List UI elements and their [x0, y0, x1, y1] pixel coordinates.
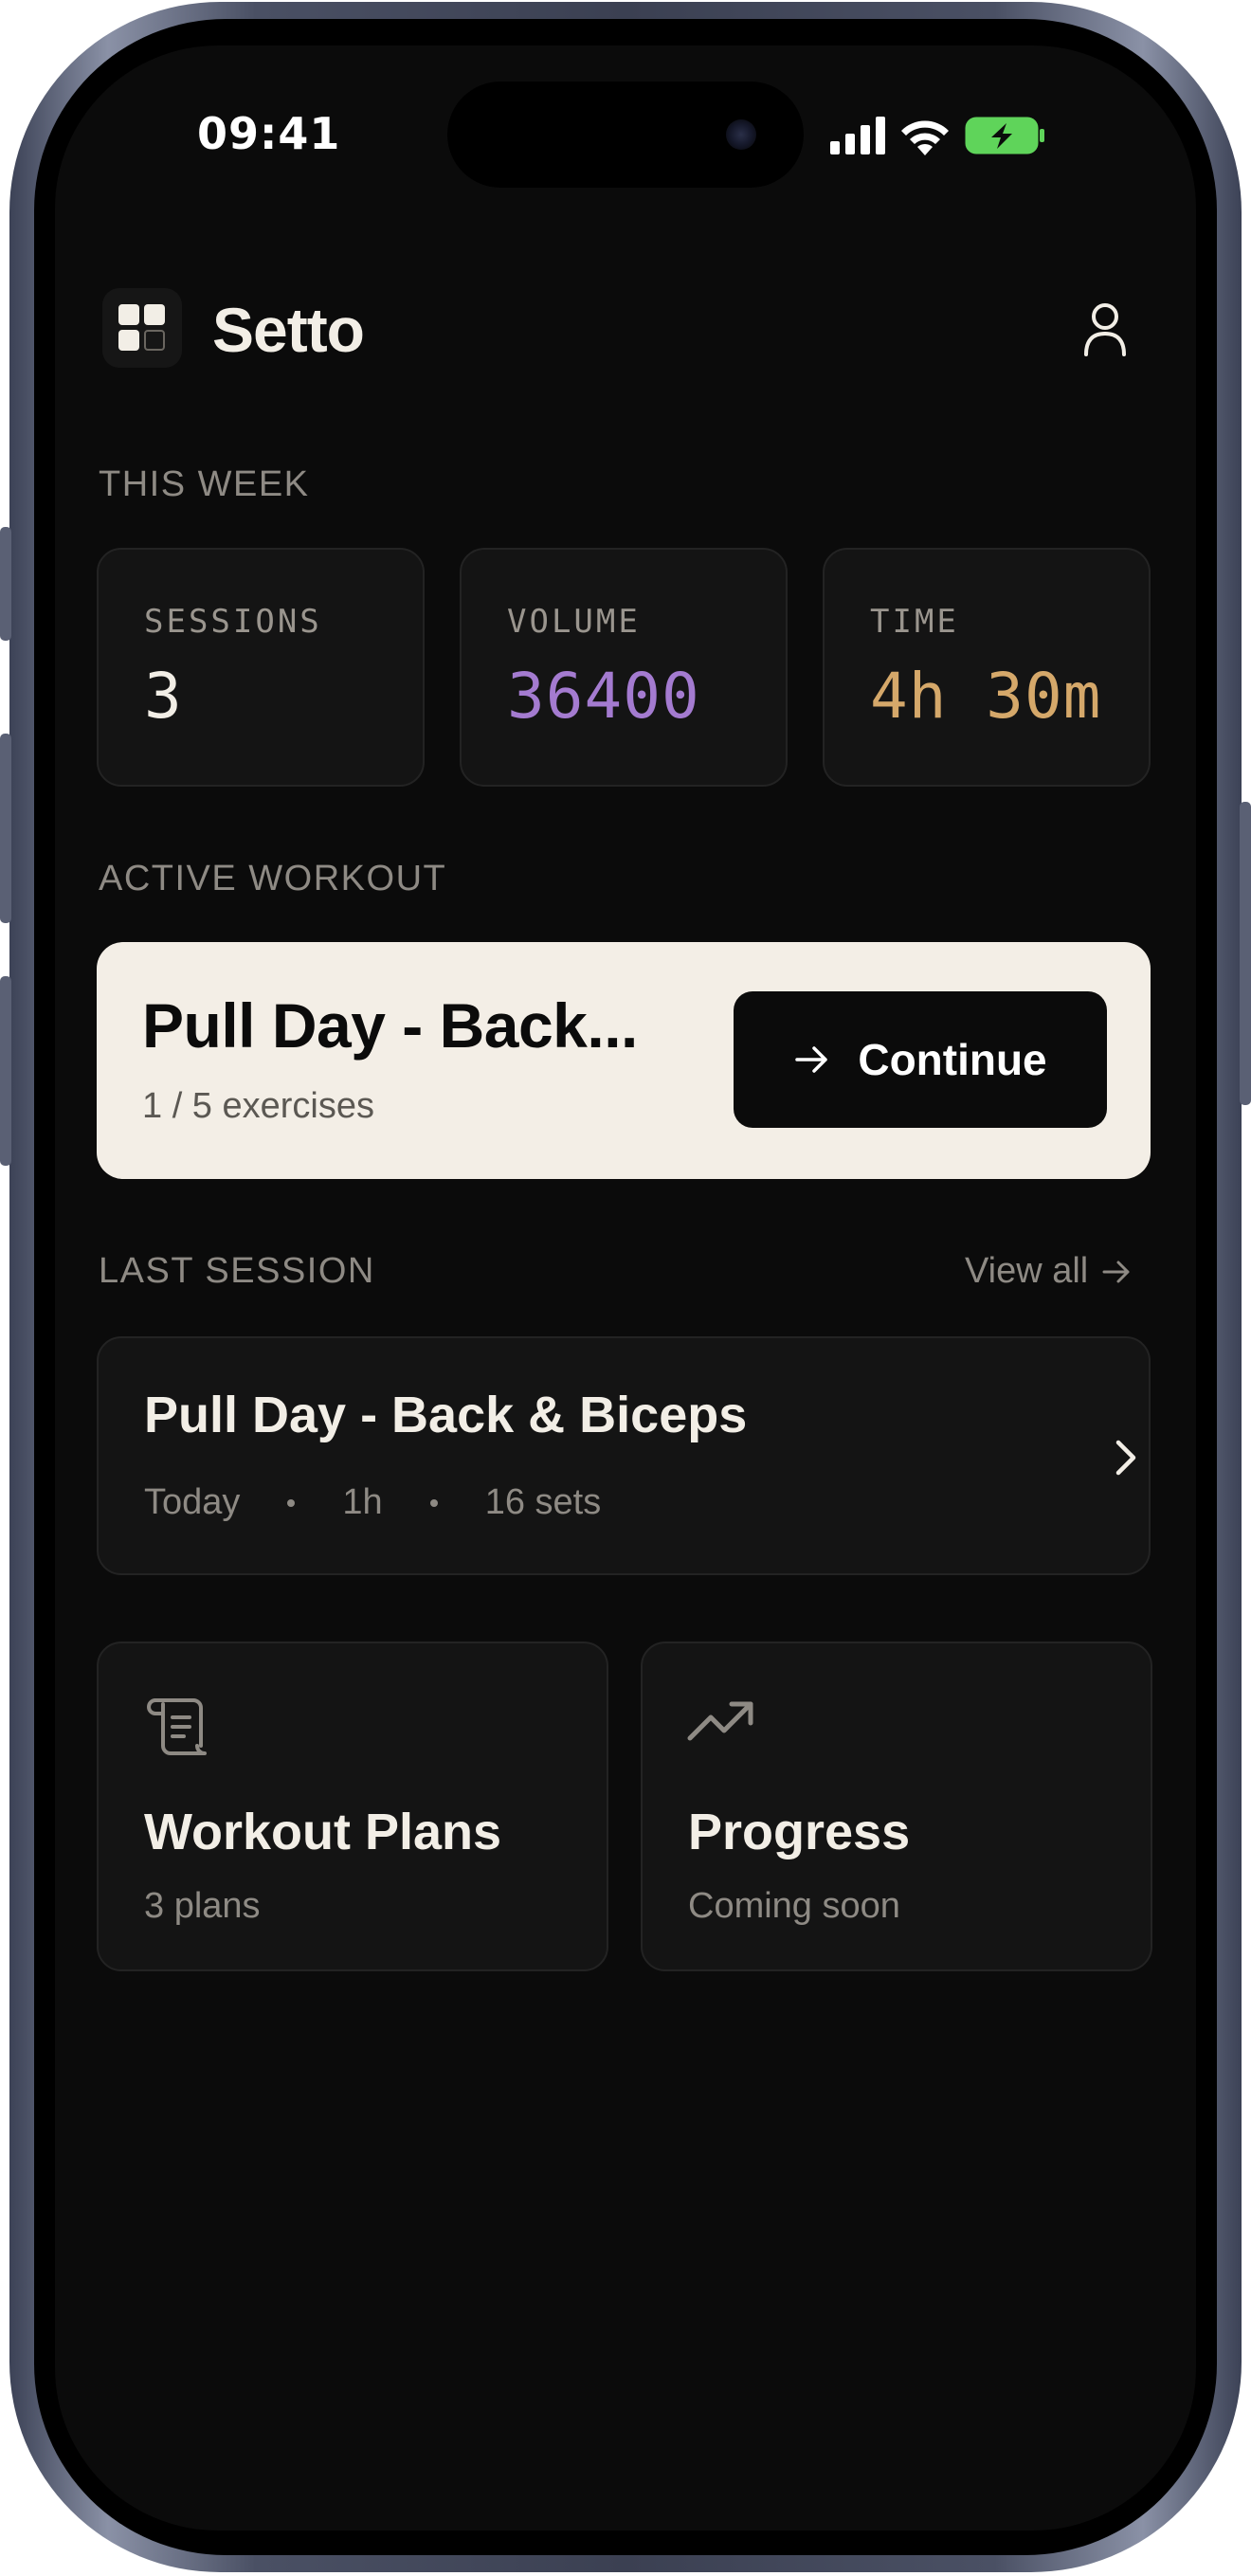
battery-charging-icon: [965, 117, 1044, 154]
stat-label: TIME: [870, 603, 959, 641]
action-button: [0, 527, 11, 641]
status-time: 09:41: [197, 108, 341, 159]
stat-card-time: TIME 4h 30m: [823, 548, 1151, 787]
arrow-right-icon: [795, 1046, 828, 1073]
stat-label: SESSIONS: [144, 603, 322, 641]
scroll-icon: [147, 1698, 207, 1755]
status-icons: [830, 116, 1046, 155]
separator-dot: [287, 1498, 296, 1507]
arrow-right-icon: [1102, 1261, 1130, 1282]
stat-label: VOLUME: [507, 603, 641, 641]
app-screen: 09:41 Setto THIS WEEK SESSIONS 3 VOLUME …: [55, 45, 1196, 2531]
view-all-link[interactable]: View all: [965, 1251, 1132, 1292]
separator-dot: [429, 1498, 438, 1507]
session-sets: 16 sets: [484, 1482, 602, 1522]
stat-value: 3: [144, 660, 183, 733]
profile-button[interactable]: [1071, 296, 1139, 364]
continue-label: Continue: [858, 1035, 1047, 1084]
wifi-icon: [901, 120, 949, 155]
front-camera: [726, 119, 756, 150]
app-title: Setto: [212, 295, 365, 365]
session-date: Today: [144, 1482, 241, 1522]
session-title: Pull Day - Back & Biceps: [144, 1387, 748, 1443]
active-workout-card[interactable]: Pull Day - Back... 1 / 5 exercises Conti…: [97, 942, 1151, 1179]
chevron-right-icon: [1115, 1440, 1136, 1476]
side-button: [1240, 802, 1251, 1105]
stat-value: 36400: [507, 660, 700, 733]
last-session-card[interactable]: Pull Day - Back & Biceps Today 1h 16 set…: [97, 1336, 1151, 1575]
volume-down-button: [0, 976, 11, 1166]
last-session-label: LAST SESSION: [99, 1251, 375, 1291]
stat-value: 4h 30m: [870, 660, 1102, 733]
tile-subtitle: Coming soon: [688, 1886, 900, 1926]
tile-title: Workout Plans: [144, 1804, 502, 1860]
session-duration: 1h: [342, 1482, 383, 1522]
cellular-signal-icon: [830, 117, 885, 154]
session-meta: Today 1h 16 sets: [144, 1482, 601, 1523]
dynamic-island: [447, 82, 804, 188]
continue-button[interactable]: Continue: [734, 991, 1107, 1128]
trending-up-icon: [687, 1701, 753, 1741]
user-icon: [1084, 303, 1126, 356]
volume-up-button: [0, 734, 11, 923]
grid-logo-icon: [102, 288, 182, 368]
stat-card-volume: VOLUME 36400: [460, 548, 788, 787]
tile-title: Progress: [688, 1804, 911, 1860]
this-week-label: THIS WEEK: [99, 464, 310, 504]
active-workout-title: Pull Day - Back...: [142, 990, 638, 1061]
active-workout-label: ACTIVE WORKOUT: [99, 859, 447, 898]
view-all-label: View all: [965, 1251, 1089, 1291]
active-workout-progress: 1 / 5 exercises: [142, 1086, 374, 1126]
progress-tile[interactable]: Progress Coming soon: [641, 1642, 1152, 1971]
tile-subtitle: 3 plans: [144, 1886, 261, 1926]
workout-plans-tile[interactable]: Workout Plans 3 plans: [97, 1642, 608, 1971]
stat-card-sessions: SESSIONS 3: [97, 548, 425, 787]
